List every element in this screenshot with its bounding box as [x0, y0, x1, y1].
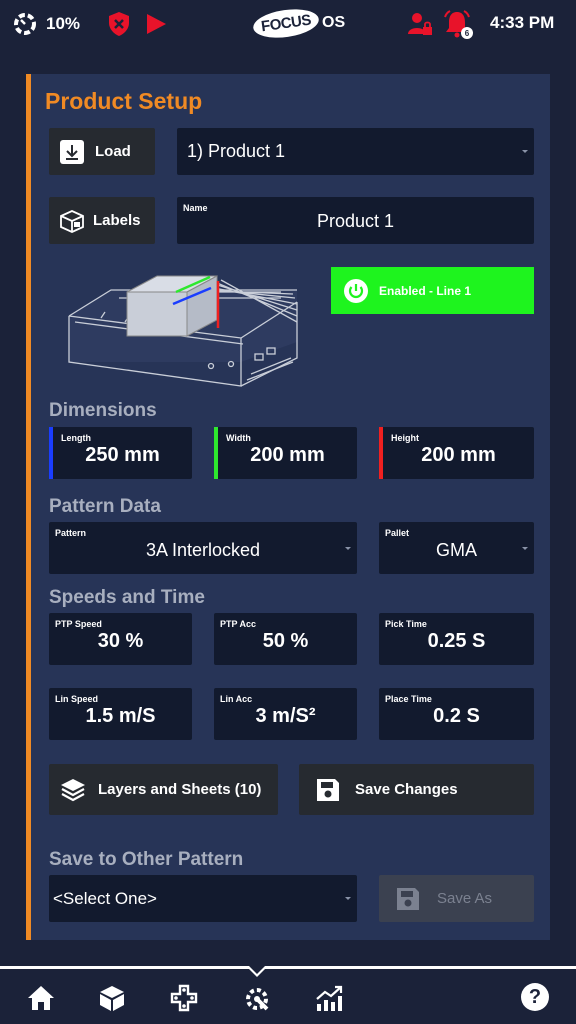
enabled-label: Enabled - Line 1: [379, 283, 472, 298]
load-button-label: Load: [95, 143, 131, 160]
height-value: 200 mm: [421, 444, 496, 466]
length-value: 250 mm: [85, 444, 160, 466]
ptp-acc-field[interactable]: PTP Acc 50 %: [214, 613, 357, 665]
chevron-down-icon: [522, 547, 528, 550]
power-icon: [343, 278, 369, 304]
panel-title: Product Setup: [45, 88, 203, 114]
place-time-label: Place Time: [385, 694, 432, 704]
load-button[interactable]: Load: [49, 128, 155, 175]
pattern-select[interactable]: Pattern 3A Interlocked: [49, 522, 357, 574]
length-field[interactable]: Length 250 mm: [49, 427, 192, 479]
lin-acc-label: Lin Acc: [220, 694, 253, 704]
pallet-select[interactable]: Pallet GMA: [379, 522, 534, 574]
chevron-down-icon: [345, 547, 351, 550]
ptp-acc-value: 50 %: [262, 630, 309, 652]
product-select[interactable]: 1) Product 1: [177, 128, 534, 175]
logo-suffix: OS: [322, 14, 346, 31]
shield-alert-icon: [107, 11, 131, 37]
layers-sheets-button[interactable]: Layers and Sheets (10): [49, 764, 278, 815]
alarm-bell-icon[interactable]: 6: [444, 9, 476, 41]
save-changes-button[interactable]: Save Changes: [299, 764, 534, 815]
layers-icon: [59, 777, 87, 803]
ptp-acc-label: PTP Acc: [220, 619, 257, 629]
settings-wrench-icon[interactable]: [242, 984, 272, 1019]
other-pattern-value: <Select One>: [53, 889, 157, 908]
save-disk-icon: [315, 777, 341, 803]
name-field-value: Product 1: [316, 211, 395, 231]
lin-speed-value: 1.5 m/S: [85, 705, 156, 727]
pick-time-field[interactable]: Pick Time 0.25 S: [379, 613, 534, 665]
clock-time: 4:33 PM: [490, 13, 555, 32]
save-disk-icon: [395, 886, 421, 912]
ptp-speed-field[interactable]: PTP Speed 30 %: [49, 613, 192, 665]
play-icon[interactable]: [144, 12, 168, 36]
width-label: Width: [226, 433, 251, 443]
place-time-value: 0.2 S: [433, 705, 480, 727]
save-as-label: Save As: [437, 890, 493, 907]
download-icon: [59, 139, 85, 165]
lin-speed-field[interactable]: Lin Speed 1.5 m/S: [49, 688, 192, 740]
help-icon[interactable]: ?: [521, 983, 549, 1011]
box-icon[interactable]: [98, 984, 126, 1017]
focus-os-logo: FOCUS OS: [251, 5, 346, 41]
chart-icon[interactable]: [314, 984, 344, 1017]
status-bar: 10% FOCUS OS 6 4:33 PM: [0, 0, 576, 48]
save-changes-label: Save Changes: [355, 781, 458, 798]
pattern-value: 3A Interlocked: [145, 540, 261, 560]
product-name-field[interactable]: Name Product 1: [177, 197, 534, 244]
pick-time-value: 0.25 S: [427, 630, 486, 652]
pallet-label: Pallet: [385, 528, 410, 538]
pallet-value: GMA: [435, 540, 477, 560]
bottom-navigation: ?: [0, 966, 576, 1024]
width-value: 200 mm: [250, 444, 325, 466]
help-glyph: ?: [528, 985, 542, 1008]
battery-gauge-icon: [12, 12, 38, 36]
ptp-speed-label: PTP Speed: [55, 619, 102, 629]
enabled-toggle-button[interactable]: Enabled - Line 1: [331, 267, 534, 314]
product-setup-panel: Product Setup Load 1) Product 1 Labels N: [26, 74, 550, 940]
speeds-time-heading: Speeds and Time: [49, 587, 205, 608]
labels-box-icon: [59, 208, 85, 234]
battery-indicator: 10%: [12, 12, 80, 36]
chevron-down-icon: [345, 897, 351, 900]
save-as-button[interactable]: Save As: [379, 875, 534, 922]
layers-sheets-label: Layers and Sheets (10): [98, 781, 262, 798]
labels-button[interactable]: Labels: [49, 197, 155, 244]
lin-speed-label: Lin Speed: [55, 694, 99, 704]
logo-wordmark: FOCUS: [251, 5, 321, 41]
pattern-data-heading: Pattern Data: [49, 496, 161, 517]
height-label: Height: [391, 433, 419, 443]
notification-badge-count: 6: [464, 29, 470, 38]
ptp-speed-value: 30 %: [97, 630, 144, 652]
product-select-value: 1) Product 1: [187, 141, 286, 161]
dimensions-heading: Dimensions: [49, 400, 157, 421]
width-field[interactable]: Width 200 mm: [214, 427, 357, 479]
height-field[interactable]: Height 200 mm: [379, 427, 534, 479]
user-lock-icon[interactable]: [407, 11, 433, 37]
conveyor-illustration: [61, 262, 301, 390]
home-icon[interactable]: [27, 984, 55, 1017]
lin-acc-field[interactable]: Lin Acc 3 m/S²: [214, 688, 357, 740]
gamepad-icon[interactable]: [170, 984, 198, 1017]
save-other-heading: Save to Other Pattern: [49, 849, 244, 870]
battery-percent: 10%: [46, 14, 81, 33]
other-pattern-select[interactable]: <Select One>: [49, 875, 357, 922]
chevron-down-icon: [522, 150, 528, 153]
length-label: Length: [61, 433, 91, 443]
pattern-label: Pattern: [55, 528, 87, 538]
lin-acc-value: 3 m/S²: [255, 705, 316, 727]
labels-button-label: Labels: [93, 212, 141, 229]
pick-time-label: Pick Time: [385, 619, 427, 629]
place-time-field[interactable]: Place Time 0.2 S: [379, 688, 534, 740]
